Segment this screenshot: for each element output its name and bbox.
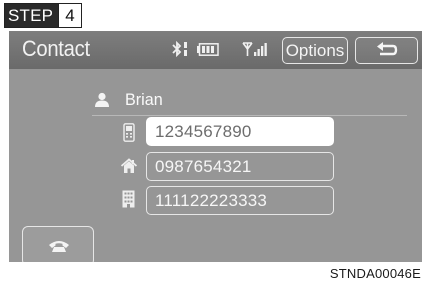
header-bar: Contact Options <box>9 31 422 69</box>
back-arrow-icon <box>377 42 398 56</box>
phone-number-home[interactable]: 0987654321 <box>146 152 334 181</box>
step-number: 4 <box>58 4 80 27</box>
home-icon <box>121 158 137 173</box>
figure-code: STNDA00046E <box>329 266 421 281</box>
call-button[interactable] <box>22 226 94 262</box>
screen-title: Contact <box>22 36 90 61</box>
back-button[interactable] <box>355 37 418 64</box>
office-building-icon <box>122 190 135 208</box>
mobile-phone-icon <box>123 123 135 142</box>
step-indicator: STEP 4 <box>4 3 82 28</box>
battery-icon <box>197 43 219 56</box>
person-icon <box>95 92 109 107</box>
contact-name: Brian <box>125 90 163 109</box>
signal-icon <box>242 42 267 56</box>
contact-screen: Contact Options Brian 1234567890 0987654… <box>9 31 422 262</box>
phone-number-mobile[interactable]: 1234567890 <box>146 117 334 146</box>
phone-number-office[interactable]: 111122223333 <box>146 186 334 215</box>
phone-handset-icon <box>49 241 69 252</box>
options-button[interactable]: Options <box>282 37 348 64</box>
step-label: STEP <box>5 4 59 27</box>
bluetooth-icon <box>172 40 187 58</box>
divider <box>92 115 407 116</box>
